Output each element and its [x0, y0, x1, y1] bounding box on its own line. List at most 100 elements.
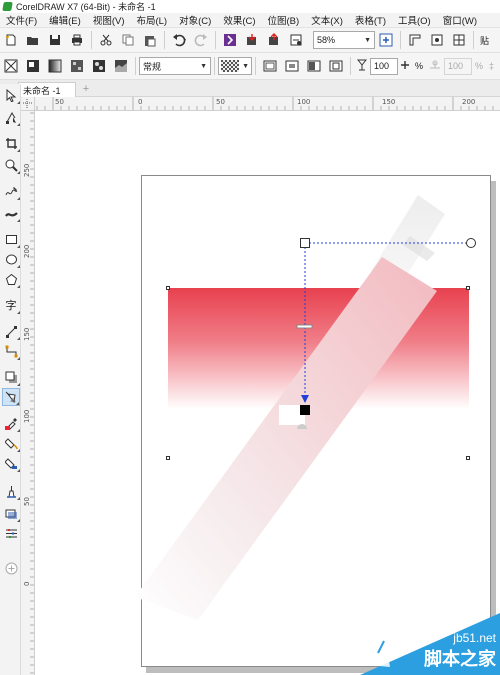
- bitmap-pattern-transparency-icon[interactable]: [88, 56, 110, 76]
- midpoint-input[interactable]: 100: [444, 57, 473, 75]
- merge-mode-select[interactable]: 常规 ▼: [139, 57, 211, 75]
- ruler-origin-icon[interactable]: [21, 97, 35, 111]
- no-transparency-icon[interactable]: [0, 56, 22, 76]
- menu-tools[interactable]: 工具(O): [392, 13, 437, 27]
- menu-file[interactable]: 文件(F): [0, 13, 43, 27]
- chevron-down-icon: ▼: [200, 62, 207, 70]
- connector-tool-icon[interactable]: [2, 342, 20, 360]
- interactive-fill-tool-icon[interactable]: [2, 434, 20, 452]
- add-tool-icon[interactable]: [2, 559, 20, 577]
- color-eyedropper-tool-icon[interactable]: [2, 414, 20, 432]
- ruler-label: 0: [23, 581, 31, 586]
- outline-pen-tool-icon[interactable]: [2, 482, 20, 500]
- menu-object[interactable]: 对象(C): [173, 13, 217, 27]
- chevron-down-icon: ▼: [242, 62, 249, 70]
- selection-node[interactable]: [466, 286, 470, 290]
- snap-to-icon[interactable]: [448, 30, 470, 50]
- copy-icon[interactable]: [117, 30, 139, 50]
- show-rulers-icon[interactable]: [404, 30, 426, 50]
- vertical-ruler[interactable]: 250 200 150 100 50 0: [21, 111, 35, 675]
- transparency-tool-icon[interactable]: [2, 388, 20, 406]
- menu-window[interactable]: 窗口(W): [437, 13, 483, 27]
- menu-effects[interactable]: 效果(C): [217, 13, 261, 27]
- selection-node[interactable]: [166, 456, 170, 460]
- zoom-level-value: 58%: [317, 35, 336, 45]
- full-screen-preview-icon[interactable]: [375, 30, 397, 50]
- selection-node[interactable]: [166, 286, 170, 290]
- transparency-start-handle[interactable]: [300, 238, 310, 248]
- more-options-icon[interactable]: ‡: [489, 61, 494, 71]
- toolbox: 字: [0, 84, 21, 675]
- uniform-transparency-icon[interactable]: [22, 56, 44, 76]
- transparency-midpoint-slider[interactable]: [296, 324, 313, 329]
- undo-icon[interactable]: [168, 30, 190, 50]
- drop-shadow-tool-icon[interactable]: [2, 368, 20, 386]
- horizontal-ruler[interactable]: 50 0 50 100 150 200: [35, 97, 500, 111]
- vector-pattern-transparency-icon[interactable]: [66, 56, 88, 76]
- elliptical-fountain-icon[interactable]: [281, 56, 303, 76]
- import-icon[interactable]: [241, 30, 263, 50]
- transparency-picker[interactable]: ▼: [218, 57, 252, 75]
- tab-untitled-document[interactable]: 未命名 -1: [18, 82, 76, 97]
- linear-fountain-icon[interactable]: [259, 56, 281, 76]
- paste-icon[interactable]: [139, 30, 161, 50]
- print-icon[interactable]: [66, 30, 88, 50]
- paste-label[interactable]: 贴: [480, 34, 489, 47]
- ruler-label: 50: [23, 497, 31, 506]
- ruler-label: 100: [23, 409, 31, 423]
- transparency-angle-handle[interactable]: [466, 238, 476, 248]
- canvas-objects: [135, 195, 476, 620]
- smart-fill-tool-icon[interactable]: [2, 454, 20, 472]
- text-tool-icon[interactable]: 字: [2, 296, 20, 314]
- transparency-end-handle[interactable]: [300, 405, 310, 415]
- menu-edit[interactable]: 编辑(E): [43, 13, 87, 27]
- menu-view[interactable]: 视图(V): [87, 13, 131, 27]
- export-icon[interactable]: [263, 30, 285, 50]
- texture-transparency-icon[interactable]: [110, 56, 132, 76]
- midpoint-icon: [429, 60, 441, 72]
- selection-node[interactable]: [466, 456, 470, 460]
- new-document-icon[interactable]: [0, 30, 22, 50]
- polygon-tool-icon[interactable]: [2, 270, 20, 288]
- parallel-dimension-tool-icon[interactable]: [2, 322, 20, 340]
- zoom-level-select[interactable]: 58% ▼: [313, 31, 375, 49]
- chevron-down-icon: ▼: [364, 36, 371, 44]
- shape-tool-icon[interactable]: [2, 108, 20, 126]
- rectangle-tool-icon[interactable]: [2, 230, 20, 248]
- drawing-canvas[interactable]: jb51.net 脚本之家: [35, 111, 500, 675]
- merge-mode-value: 常规: [143, 61, 162, 72]
- ellipse-tool-icon[interactable]: [2, 250, 20, 268]
- ruler-label: 150: [382, 98, 396, 106]
- conical-fountain-icon[interactable]: [303, 56, 325, 76]
- menu-text[interactable]: 文本(X): [305, 13, 349, 27]
- zoom-tool-icon[interactable]: [2, 156, 20, 174]
- transparency-unit: %: [415, 61, 424, 71]
- property-bar: 常规 ▼ ▼ 100 % 100 % ‡: [0, 53, 500, 80]
- fountain-transparency-icon[interactable]: [44, 56, 66, 76]
- menu-bitmaps[interactable]: 位图(B): [262, 13, 306, 27]
- artistic-media-tool-icon[interactable]: [2, 204, 20, 222]
- object-properties-icon[interactable]: [2, 524, 20, 542]
- toolbar-separator: [255, 57, 256, 75]
- show-grid-icon[interactable]: [426, 30, 448, 50]
- menu-layout[interactable]: 布局(L): [130, 13, 173, 27]
- cut-icon[interactable]: [95, 30, 117, 50]
- crop-tool-icon[interactable]: [2, 134, 20, 152]
- toolbar-separator: [215, 31, 216, 49]
- publish-pdf-icon[interactable]: [285, 30, 307, 50]
- fill-tool-icon[interactable]: [2, 504, 20, 522]
- redo-icon[interactable]: [190, 30, 212, 50]
- freehand-tool-icon[interactable]: [2, 182, 20, 200]
- menu-table[interactable]: 表格(T): [349, 13, 392, 27]
- save-icon[interactable]: [44, 30, 66, 50]
- corel-connect-icon[interactable]: [219, 30, 241, 50]
- transparency-input[interactable]: 100: [370, 57, 398, 75]
- spinner-icon[interactable]: [400, 60, 410, 72]
- open-folder-icon[interactable]: [22, 30, 44, 50]
- ruler-label: 200: [23, 244, 31, 258]
- pick-tool-icon[interactable]: [2, 86, 20, 104]
- watermark: jb51.net 脚本之家: [360, 613, 500, 675]
- add-tab-icon[interactable]: +: [80, 83, 92, 95]
- rectangular-fountain-icon[interactable]: [325, 56, 347, 76]
- watermark-name: 脚本之家: [424, 649, 496, 670]
